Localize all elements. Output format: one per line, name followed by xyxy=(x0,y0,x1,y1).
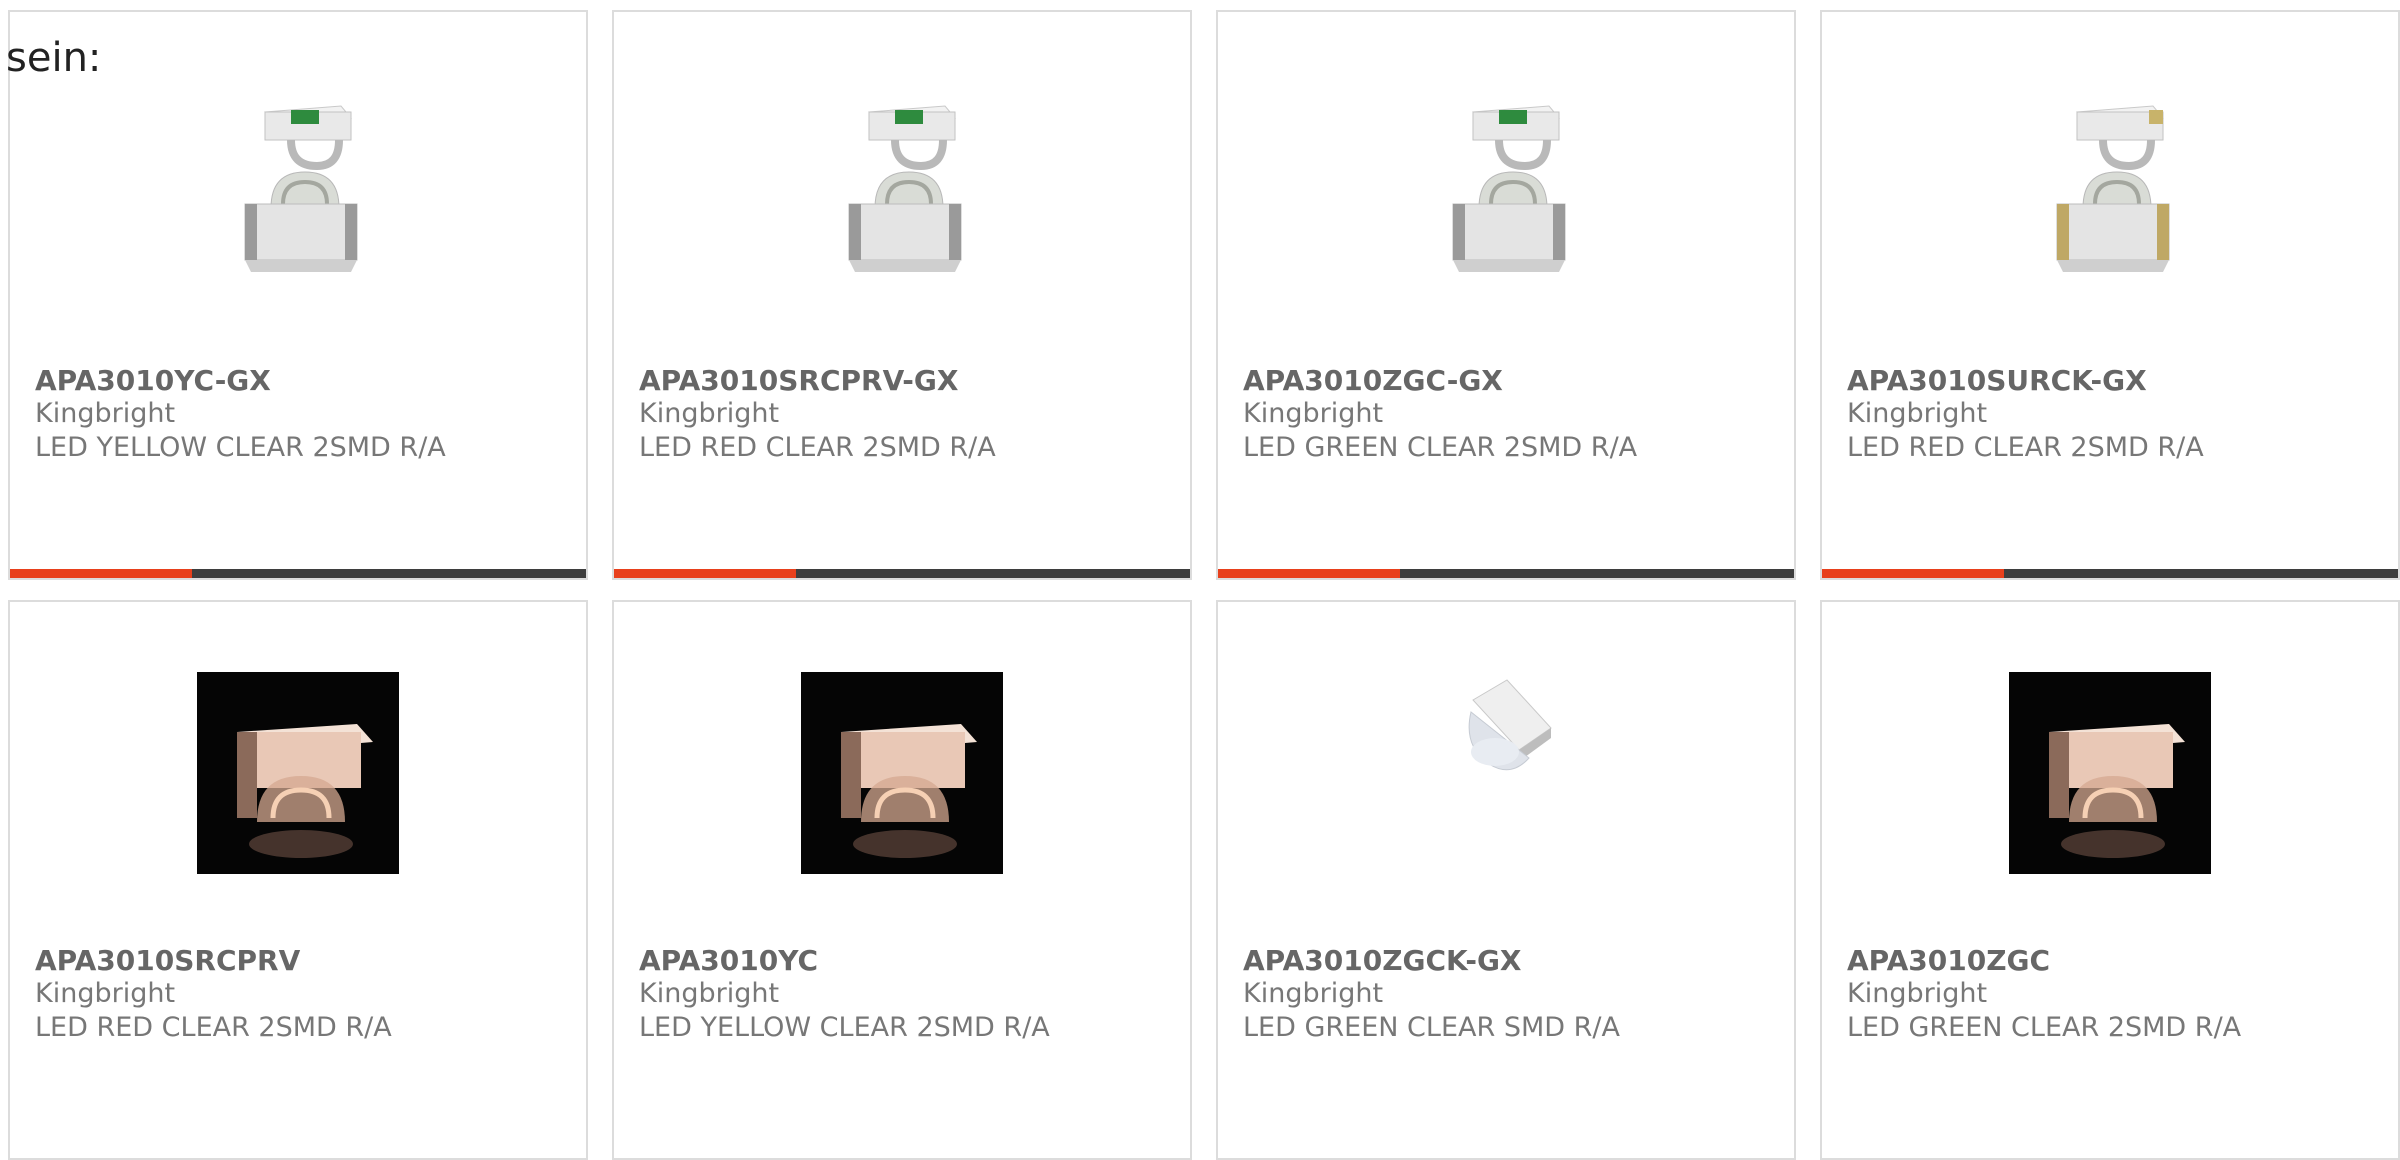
product-manufacturer: Kingbright xyxy=(1243,978,1384,1009)
product-manufacturer: Kingbright xyxy=(1243,398,1384,429)
product-part-number[interactable]: APA3010ZGC xyxy=(1847,944,2050,977)
product-part-number[interactable]: APA3010SRCPRV xyxy=(35,944,300,977)
product-description: LED YELLOW CLEAR 2SMD R/A xyxy=(639,1012,1050,1043)
card-accent-segment xyxy=(1822,569,2004,578)
product-manufacturer: Kingbright xyxy=(35,978,176,1009)
product-description: LED RED CLEAR 2SMD R/A xyxy=(35,1012,392,1043)
product-manufacturer: Kingbright xyxy=(35,398,176,429)
product-manufacturer: Kingbright xyxy=(1847,978,1988,1009)
product-part-number[interactable]: APA3010ZGCK-GX xyxy=(1243,944,1522,977)
card-accent-bar xyxy=(10,569,586,578)
card-accent-segment xyxy=(614,569,796,578)
smd-led-dark-photo-icon[interactable] xyxy=(1822,672,2398,874)
product-part-number[interactable]: APA3010ZGC-GX xyxy=(1243,364,1503,397)
card-accent-segment xyxy=(1218,569,1400,578)
product-part-number[interactable]: APA3010YC-GX xyxy=(35,364,271,397)
smd-led-pair-green-top-icon[interactable] xyxy=(614,92,1190,282)
product-card[interactable]: APA3010ZGCK-GX Kingbright LED GREEN CLEAR … xyxy=(1216,600,1796,1160)
smd-led-dark-photo-icon[interactable] xyxy=(10,672,586,874)
product-description: LED GREEN CLEAR 2SMD R/A xyxy=(1243,432,1638,463)
product-description: LED YELLOW CLEAR 2SMD R/A xyxy=(35,432,446,463)
product-part-number[interactable]: APA3010SURCK-GX xyxy=(1847,364,2147,397)
intro-text: sein: xyxy=(6,35,102,81)
product-card[interactable]: APA3010ZGC Kingbright LED GREEN CLEAR 2SMD… xyxy=(1820,600,2400,1160)
product-card[interactable]: APA3010SRCPRV Kingbright LED RED CLEAR 2SM… xyxy=(8,600,588,1160)
product-card[interactable]: APA3010ZGC-GX Kingbright LED GREEN CLEAR 2… xyxy=(1216,10,1796,580)
product-manufacturer: Kingbright xyxy=(639,978,780,1009)
smd-led-single-light-icon[interactable] xyxy=(1218,672,1794,782)
card-accent-segment xyxy=(10,569,192,578)
smd-led-pair-green-top-icon[interactable] xyxy=(1218,92,1794,282)
product-manufacturer: Kingbright xyxy=(639,398,780,429)
product-description: LED GREEN CLEAR SMD R/A xyxy=(1243,1012,1620,1043)
product-card[interactable]: APA3010YC Kingbright LED YELLOW CLEAR 2SMD… xyxy=(612,600,1192,1160)
product-grid: APA3010YC-GX Kingbright LED YELLOW CLEAR 2… xyxy=(0,0,2400,1160)
card-accent-bar xyxy=(614,569,1190,578)
product-part-number[interactable]: APA3010YC xyxy=(639,944,818,977)
smd-led-pair-gold-icon[interactable] xyxy=(1822,92,2398,282)
product-card[interactable]: APA3010SRCPRV-GX Kingbright LED RED CLEAR … xyxy=(612,10,1192,580)
product-description: LED RED CLEAR 2SMD R/A xyxy=(639,432,996,463)
product-card[interactable]: APA3010SURCK-GX Kingbright LED RED CLEAR 2… xyxy=(1820,10,2400,580)
smd-led-pair-green-top-icon[interactable] xyxy=(10,92,586,282)
product-manufacturer: Kingbright xyxy=(1847,398,1988,429)
product-part-number[interactable]: APA3010SRCPRV-GX xyxy=(639,364,958,397)
card-accent-bar xyxy=(1218,569,1794,578)
product-card[interactable]: APA3010YC-GX Kingbright LED YELLOW CLEAR 2… xyxy=(8,10,588,580)
smd-led-dark-photo-icon[interactable] xyxy=(614,672,1190,874)
product-description: LED GREEN CLEAR 2SMD R/A xyxy=(1847,1012,2242,1043)
product-description: LED RED CLEAR 2SMD R/A xyxy=(1847,432,2204,463)
card-accent-bar xyxy=(1822,569,2398,578)
